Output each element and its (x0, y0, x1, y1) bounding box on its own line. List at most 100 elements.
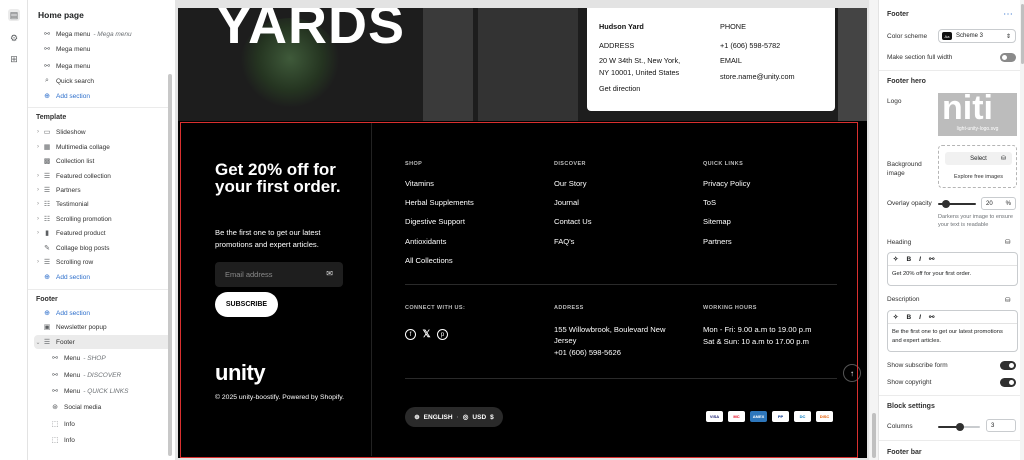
bold-icon[interactable]: B (906, 314, 911, 321)
add-section-button[interactable]: ⊕ Add section (42, 89, 175, 103)
description-value[interactable]: Be the first one to get our latest promo… (888, 324, 1017, 350)
sidebar-item-partners[interactable]: › ☰ Partners (34, 183, 172, 197)
footer-link[interactable]: Our Story (554, 179, 587, 188)
chevron-down-icon[interactable]: ⌄ (34, 339, 42, 346)
sidebar-item-multimedia-collage[interactable]: › ▦ Multimedia collage (34, 140, 172, 154)
email-input[interactable]: Email address ✉ (215, 262, 343, 287)
italic-icon[interactable]: I (919, 256, 921, 263)
sidebar-item-mega-menu[interactable]: ⚯ Mega menu - Mega menu (42, 27, 175, 41)
sidebar-item-menu-quick-links[interactable]: ⚯ Menu - QUICK LINKS (50, 384, 175, 398)
footer-link[interactable]: Antioxidants (405, 237, 446, 246)
sidebar-item-info[interactable]: ⬚ Info (50, 433, 175, 447)
chevron-right-icon[interactable]: › (34, 216, 42, 222)
store-email[interactable]: store.name@unity.com (720, 71, 795, 82)
gear-icon[interactable]: ⚙ (8, 32, 20, 44)
select-image-button[interactable]: Select ⛁ (945, 152, 1012, 165)
footer-link[interactable]: ToS (703, 198, 716, 207)
sidebar-item-mega-menu[interactable]: ⚯ Mega menu (42, 59, 175, 73)
sidebar-item-scrolling-promotion[interactable]: › ☷ Scrolling promotion (34, 212, 172, 226)
magic-icon[interactable]: ✧ (893, 255, 898, 263)
sections-icon[interactable]: ▤ (8, 9, 20, 21)
chevron-right-icon[interactable]: › (34, 259, 42, 265)
sidebar-item-newsletter-popup[interactable]: ▣ Newsletter popup (42, 320, 175, 334)
database-icon[interactable]: ⛁ (1005, 238, 1010, 246)
full-width-toggle[interactable] (1000, 53, 1016, 62)
magic-icon[interactable]: ✧ (893, 313, 898, 321)
heading-value[interactable]: Get 20% off for your first order. (888, 266, 1017, 283)
page-title[interactable]: Home page (38, 10, 84, 20)
mail-icon[interactable]: ✉ (326, 269, 333, 278)
footer-link[interactable]: Contact Us (554, 217, 592, 226)
more-icon[interactable]: ⋯ (1003, 9, 1013, 20)
columns-knob[interactable] (956, 423, 964, 431)
link-icon[interactable]: ⚯ (929, 255, 934, 263)
footer-link[interactable]: Journal (554, 198, 579, 207)
database-icon[interactable]: ⛁ (1005, 296, 1010, 304)
footer-link[interactable]: Partners (703, 237, 732, 246)
sidebar-item-collage-blog-posts[interactable]: ✎ Collage blog posts (34, 241, 172, 255)
footer-link[interactable]: Vitamins (405, 179, 434, 188)
sidebar-item-slideshow[interactable]: › ▭ Slideshow (34, 125, 172, 139)
subscribe-button[interactable]: SUBSCRIBE (215, 292, 278, 317)
currency-symbol: $ (490, 413, 494, 421)
chevron-right-icon[interactable]: › (34, 230, 42, 236)
sidebar-scrollbar[interactable] (168, 74, 172, 456)
footer-link[interactable]: Sitemap (703, 217, 731, 226)
explore-free-images-link[interactable]: Explore free images (939, 174, 1018, 180)
show-copyright-toggle[interactable] (1000, 378, 1016, 387)
chevron-right-icon[interactable]: › (34, 129, 42, 135)
sidebar-item-quick-search[interactable]: ⌕ Quick search (42, 74, 175, 88)
show-subscribe-toggle[interactable] (1000, 361, 1016, 370)
chevron-right-icon[interactable]: › (34, 201, 42, 207)
footer-link[interactable]: Digestive Support (405, 217, 465, 226)
sidebar-item-collection-list[interactable]: ▩ Collection list (34, 154, 172, 168)
facebook-icon[interactable]: f (405, 329, 416, 340)
chevron-right-icon[interactable]: › (34, 187, 42, 193)
item-label: Info (64, 436, 75, 444)
overlay-opacity-input[interactable]: 20 % (981, 197, 1016, 210)
bold-icon[interactable]: B (906, 256, 911, 263)
footer-link[interactable]: FAQ's (554, 237, 574, 246)
get-direction-link[interactable]: Get direction (599, 83, 640, 94)
chevron-right-icon[interactable]: › (34, 144, 42, 150)
grid-icon: ☰ (43, 173, 51, 180)
sidebar-item-menu-discover[interactable]: ⚯ Menu - DISCOVER (50, 368, 175, 382)
footer-link[interactable]: Herbal Supplements (405, 198, 474, 207)
chevron-right-icon[interactable]: › (34, 173, 42, 179)
sidebar-item-featured-collection[interactable]: › ☰ Featured collection (34, 169, 172, 183)
overlay-opacity-knob[interactable] (941, 200, 950, 208)
sidebar-item-mega-menu[interactable]: ⚯ Mega menu (42, 42, 175, 56)
description-editor[interactable]: ✧ B I ⚯ Be the first one to get our latest … (887, 310, 1018, 352)
x-twitter-icon[interactable]: 𝕏 (421, 329, 432, 340)
footer-link[interactable]: All Collections (405, 256, 453, 265)
sidebar-item-social-media[interactable]: ⊛ Social media (50, 400, 175, 414)
item-sublabel: - QUICK LINKS (83, 387, 129, 395)
preview-scrollbar[interactable] (870, 0, 878, 460)
pinterest-icon[interactable]: p (437, 329, 448, 340)
sidebar-item-scrolling-row[interactable]: › ☰ Scrolling row (34, 255, 172, 269)
add-section-button[interactable]: ⊕ Add section (42, 270, 175, 284)
locale-currency-selector[interactable]: ⊕ ENGLISH · ◎ USD $ (405, 407, 503, 427)
settings-scrollbar[interactable] (1020, 0, 1024, 460)
sidebar-item-testimonial[interactable]: › ☷ Testimonial (34, 197, 172, 211)
sidebar-item-footer[interactable]: ⌄ ☰ Footer (34, 335, 172, 349)
logo-image-picker[interactable]: niti light-unity-logo.svg (938, 93, 1017, 136)
italic-icon[interactable]: I (919, 314, 921, 321)
link-icon[interactable]: ⚯ (929, 313, 934, 321)
add-section-button[interactable]: ⊕ Add section (42, 306, 175, 320)
grid-icon: ☰ (43, 187, 51, 194)
sidebar-item-featured-product[interactable]: › ▮ Featured product (34, 226, 172, 240)
apps-icon[interactable]: ⊞ (8, 53, 20, 65)
item-label: Collection list (56, 157, 95, 165)
footer-logo[interactable]: unity (215, 360, 266, 386)
heading-editor[interactable]: ✧ B I ⚯ Get 20% off for your first order. (887, 252, 1018, 286)
footer-link[interactable]: Privacy Policy (703, 179, 750, 188)
scroll-to-top-button[interactable]: ↑ (843, 364, 861, 382)
sidebar-item-menu-shop[interactable]: ⚯ Menu - SHOP (50, 351, 175, 365)
item-label: Collage blog posts (56, 244, 110, 252)
color-scheme-select[interactable]: Aa Scheme 3 ⇕ (938, 29, 1016, 43)
columns-input[interactable]: 3 (986, 419, 1016, 432)
sidebar-item-info[interactable]: ⬚ Info (50, 417, 175, 431)
background-image-label: Background image (887, 161, 922, 177)
collection-icon: ▩ (43, 158, 51, 165)
